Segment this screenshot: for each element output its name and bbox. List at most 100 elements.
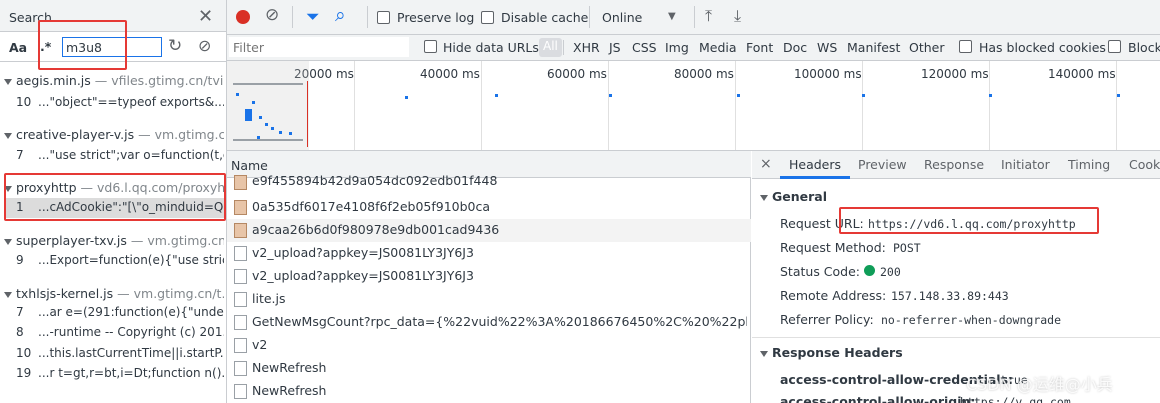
divider: [563, 40, 564, 55]
filter-type-font[interactable]: Font: [746, 40, 773, 55]
blocked-requests-checkbox[interactable]: [1108, 40, 1121, 53]
refresh-search-icon[interactable]: ↻: [168, 36, 182, 56]
tab-cookies[interactable]: Cook: [1129, 157, 1160, 172]
grid-line: [735, 61, 736, 150]
grid-line: [1116, 61, 1117, 150]
search-result-line[interactable]: 19 ...r t=gt,r=bt,i=Dt;function n()...: [16, 366, 224, 380]
disable-cache-label: Disable cache: [501, 10, 589, 25]
request-list-header: Name: [227, 151, 751, 178]
match-case-button[interactable]: Aa: [9, 40, 27, 55]
search-icon[interactable]: ⌕: [335, 4, 346, 26]
filter-type-doc[interactable]: Doc: [783, 40, 807, 55]
filter-all-button[interactable]: All: [539, 38, 562, 57]
status-code-key: Status Code:: [780, 264, 861, 279]
blocked-cookies-checkbox[interactable]: [959, 40, 972, 53]
expand-triangle-icon: [4, 291, 12, 298]
highlight-box-search-query: [38, 20, 127, 70]
divider: [367, 6, 368, 28]
filter-type-manifest[interactable]: Manifest: [847, 40, 900, 55]
network-overview[interactable]: 20000 ms 40000 ms 60000 ms 80000 ms 1000…: [227, 61, 1160, 151]
close-search-icon[interactable]: ✕: [198, 6, 213, 27]
tab-initiator[interactable]: Initiator: [1001, 157, 1050, 172]
clear-search-icon[interactable]: ⊘: [198, 36, 211, 55]
throttling-select[interactable]: Online: [602, 10, 642, 25]
response-headers-section-header[interactable]: Response Headers: [760, 345, 903, 360]
request-row[interactable]: NewRefresh: [227, 357, 751, 380]
image-file-icon: [234, 223, 247, 238]
filter-input[interactable]: [229, 37, 409, 57]
overview-selection[interactable]: [227, 61, 309, 150]
tick-label: 120000 ms: [921, 67, 989, 81]
filter-type-js[interactable]: JS: [609, 40, 621, 55]
chevron-down-icon[interactable]: ▼: [668, 11, 676, 22]
grid-line: [608, 61, 609, 150]
timeline-dot: [257, 136, 260, 139]
tab-timing[interactable]: Timing: [1068, 157, 1110, 172]
request-row[interactable]: e9f455894b42d9a054dc092edb01f448: [227, 175, 751, 192]
expand-triangle-icon: [4, 132, 12, 139]
referrer-policy-value: no-referrer-when-downgrade: [881, 313, 1062, 327]
document-file-icon: [234, 315, 247, 330]
close-details-icon[interactable]: ×: [760, 156, 772, 172]
image-file-icon: [234, 200, 247, 215]
filter-funnel-icon[interactable]: ⏷: [306, 7, 320, 27]
search-result-line[interactable]: 7 ..."use strict";var o=function(t,e...: [16, 148, 224, 162]
search-result-file[interactable]: superplayer-txv.js — vm.gtimg.cn...: [4, 233, 224, 248]
remote-address-key: Remote Address:: [780, 288, 887, 303]
watermark: CSDN @运维@小兵: [966, 375, 1113, 394]
filter-type-xhr[interactable]: XHR: [573, 40, 600, 55]
referrer-policy-key: Referrer Policy:: [780, 312, 874, 327]
search-result-line[interactable]: 8 ...-runtime -- Copyright (c) 201...: [16, 325, 224, 339]
filter-bar: Hide data URLs All XHR JS CSS Img Media …: [227, 35, 1160, 61]
tick-label: 140000 ms: [1048, 67, 1116, 81]
tab-headers[interactable]: Headers: [789, 157, 841, 172]
filter-type-img[interactable]: Img: [665, 40, 689, 55]
response-header-value: https://v.qq.com: [960, 395, 1071, 403]
request-row[interactable]: NewRefresh: [227, 380, 751, 403]
status-code-value: 200: [880, 265, 901, 279]
active-tab-indicator: [780, 176, 850, 179]
import-har-icon[interactable]: ⤒: [705, 6, 712, 26]
search-result-line[interactable]: 7 ...ar e=(291:function(e){"undefi...: [16, 305, 224, 319]
tab-preview[interactable]: Preview: [858, 157, 907, 172]
timeline-dot: [862, 94, 865, 97]
search-result-line[interactable]: 9...Export=function(e){"use strict...: [16, 253, 224, 267]
general-section-header[interactable]: General: [760, 189, 827, 204]
name-column-header[interactable]: Name: [231, 158, 268, 173]
record-icon[interactable]: [236, 10, 250, 24]
timeline-bar: [233, 139, 303, 141]
export-har-icon[interactable]: ⤓: [734, 6, 741, 26]
document-file-icon: [234, 384, 247, 399]
request-row[interactable]: v2_upload?appkey=JS0081LY3JY6J3: [227, 242, 751, 265]
request-row[interactable]: GetNewMsgCount?rpc_data={%22vuid%22%3A%2…: [227, 311, 751, 334]
clear-log-icon[interactable]: ⊘: [265, 5, 279, 25]
request-row[interactable]: 0a535df6017e4108f6f2eb05f910b0ca: [227, 196, 751, 219]
tick-label: 100000 ms: [794, 67, 862, 81]
request-row[interactable]: v2: [227, 334, 751, 357]
search-result-file[interactable]: creative-player-v.js — vm.gtimg.c...: [4, 127, 224, 142]
divider: [694, 6, 695, 28]
preserve-log-checkbox[interactable]: [377, 11, 390, 24]
filter-type-other[interactable]: Other: [909, 40, 945, 55]
disable-cache-checkbox[interactable]: [481, 11, 494, 24]
request-row[interactable]: lite.js: [227, 288, 751, 311]
request-method-key: Request Method:: [780, 240, 886, 255]
search-result-line[interactable]: 10 ..."object"==typeof exports&...: [16, 95, 224, 109]
request-row[interactable]: a9caa26b6d0f980978e9db001cad9436: [227, 219, 751, 242]
search-result-line[interactable]: 10 ...this.lastCurrentTime||i.startP...: [16, 346, 224, 360]
timeline-bar: [245, 109, 252, 121]
document-file-icon: [234, 361, 247, 376]
expand-triangle-icon: [760, 350, 768, 357]
search-result-file[interactable]: txhlsjs-kernel.js — vm.gtimg.cn/t...: [4, 286, 224, 301]
hide-data-urls-checkbox[interactable]: [424, 40, 437, 53]
filter-type-media[interactable]: Media: [699, 40, 737, 55]
search-result-file[interactable]: aegis.min.js — vfiles.gtimg.cn/tvi...: [4, 73, 224, 88]
tab-response[interactable]: Response: [924, 157, 984, 172]
filter-type-ws[interactable]: WS: [817, 40, 837, 55]
preserve-log-label: Preserve log: [397, 10, 475, 25]
filter-type-css[interactable]: CSS: [632, 40, 657, 55]
timeline-bar: [233, 83, 303, 85]
grid-line: [862, 61, 863, 150]
document-file-icon: [234, 292, 247, 307]
request-row[interactable]: v2_upload?appkey=JS0081LY3JY6J3: [227, 265, 751, 288]
